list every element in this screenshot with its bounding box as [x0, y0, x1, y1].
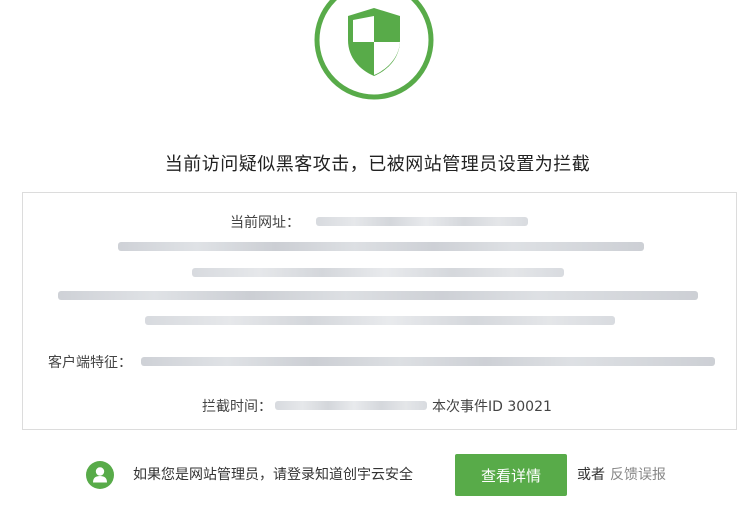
client-value-redacted: [141, 357, 715, 366]
user-icon: [86, 461, 114, 489]
time-label: 拦截时间：: [202, 399, 272, 415]
url-value-redacted: [118, 242, 644, 251]
page-title: 当前访问疑似黑客攻击，已被网站管理员设置为拦截: [164, 154, 591, 175]
time-value-redacted: [275, 401, 427, 410]
info-box-border: [22, 192, 737, 430]
shield-icon: [312, 0, 436, 102]
url-label: 当前网址：: [230, 215, 300, 231]
report-false-positive-link[interactable]: 反馈误报: [610, 464, 666, 484]
client-label: 客户端特征：: [48, 355, 132, 371]
admin-footer: 如果您是网站管理员，请登录知道创宇云安全 查看详情 或者 反馈误报: [0, 452, 755, 496]
url-value-redacted: [192, 268, 564, 277]
url-value-redacted: [316, 217, 528, 226]
view-details-button[interactable]: 查看详情: [455, 454, 567, 496]
admin-prompt-text: 如果您是网站管理员，请登录知道创宇云安全: [133, 467, 413, 483]
event-id: 本次事件ID 30021: [432, 399, 552, 415]
block-page: 当前访问疑似黑客攻击，已被网站管理员设置为拦截 当前网址： 客户端特征： 拦截时…: [0, 0, 755, 516]
url-value-redacted: [145, 316, 615, 325]
or-text: 或者: [577, 467, 605, 483]
url-value-redacted: [58, 291, 698, 300]
